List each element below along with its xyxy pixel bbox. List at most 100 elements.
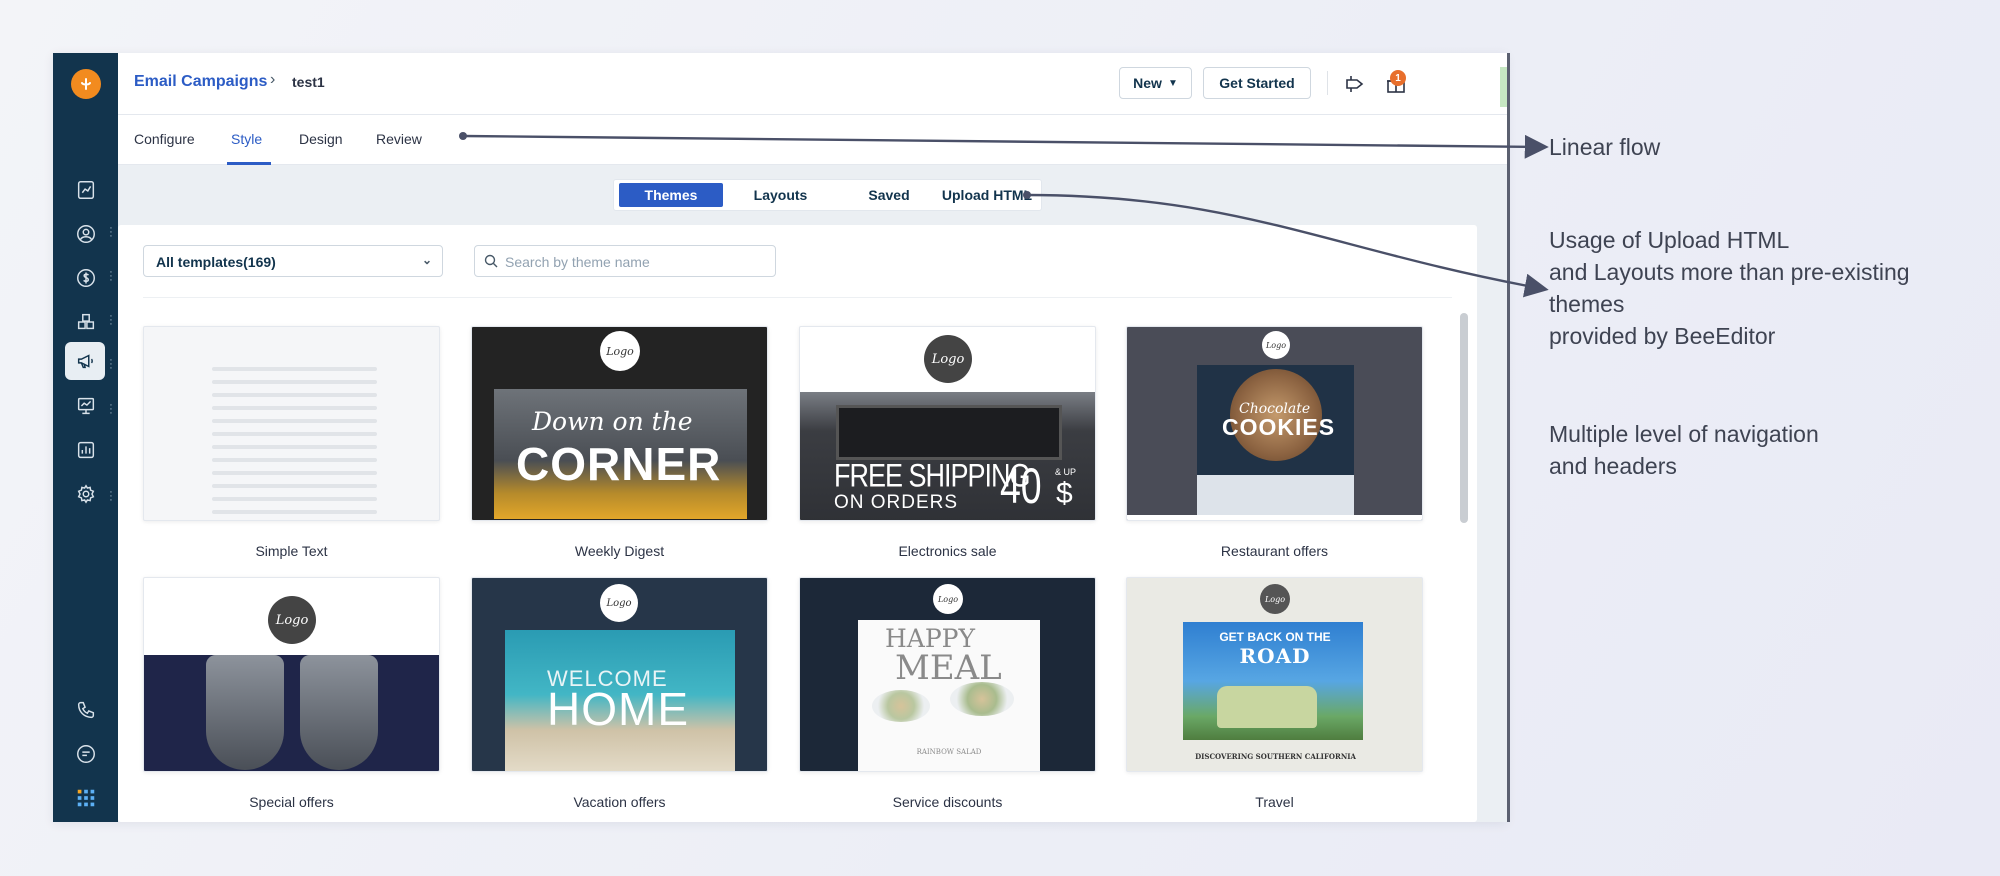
search-icon [484,254,498,268]
bowl-right [950,682,1014,716]
annotation-line: and headers [1549,453,1677,479]
logo-placeholder: Logo [924,335,972,383]
nav-more-icon[interactable]: · · · [109,267,113,286]
template-card-electronics-sale[interactable]: Logo FREE SHIPPING ON ORDERS 40 & UP $ [799,326,1096,521]
annotation-upload-html: Usage of Upload HTML and Layouts more th… [1549,224,1910,352]
search-placeholder: Search by theme name [505,254,650,270]
templates-panel: All templates(169) ⌄ Search by theme nam… [118,225,1477,822]
template-card-simple-text[interactable] [143,326,440,521]
footer-strip [1127,515,1422,520]
template-name: Special offers [249,794,334,810]
template-name: Vacation offers [573,794,666,810]
logo-text: Logo [1265,340,1287,350]
text-block [1197,475,1354,515]
template-card-service-discounts[interactable]: Logo HAPPY MEAL RAINBOW SALAD [799,577,1096,772]
get-started-button[interactable]: Get Started [1203,67,1311,99]
nav-settings-icon[interactable] [73,481,99,507]
promo-line-2: ON ORDERS [834,492,959,513]
hero-line-2: HOME [547,683,689,735]
annotation-linear-flow: Linear flow [1549,134,1661,160]
logo-placeholder: Logo [600,331,640,371]
template-filter-dropdown[interactable]: All templates(169) ⌄ [143,245,443,277]
template-card-travel[interactable]: Logo GET BACK ON THE ROAD DISCOVERING SO… [1126,577,1423,772]
main-content: Themes Layouts Saved Upload HTML All tem… [118,165,1507,822]
right-shoe [300,655,378,770]
annotation-line: Usage of Upload HTML [1549,227,1790,253]
logo-text: Logo [937,594,959,604]
template-card-vacation-offers[interactable]: Logo WELCOME HOME [471,577,768,772]
template-card-restaurant-offers[interactable]: Logo Chocolate COOKIES [1126,326,1423,521]
template-name: Simple Text [255,543,328,559]
left-shoe [206,655,284,770]
chevron-down-icon: ⌄ [421,253,432,267]
nav-campaigns-icon[interactable] [73,348,99,374]
template-name: Travel [1255,794,1294,810]
nav-more-icon[interactable]: · · · [109,487,113,506]
annotation-line: and Layouts more than pre-existing [1549,259,1910,285]
logo-text: Logo [606,597,632,609]
brand-icon [81,78,91,90]
nav-more-icon[interactable]: · · · [109,223,113,242]
template-card-weekly-digest[interactable]: Logo Down on the CORNER [471,326,768,521]
logo-placeholder: Logo [1262,331,1290,359]
phone-icon[interactable] [73,697,99,723]
dropdown-value: All templates(169) [156,254,276,270]
apps-grid-icon[interactable] [73,785,99,811]
nav-sales-sequences-icon[interactable] [73,393,99,419]
template-card-special-offers[interactable]: Logo [143,577,440,772]
annotation-line: themes [1549,291,1625,317]
template-name: Service discounts [892,794,1003,810]
segment-saved[interactable]: Saved [836,183,942,207]
tab-review[interactable]: Review [376,131,422,147]
brand-logo[interactable] [71,69,101,99]
wizard-tabs: Configure Style Design Review [118,115,1507,165]
breadcrumb-current: test1 [292,74,325,90]
logo-placeholder: Logo [268,596,316,644]
tab-style[interactable]: Style [231,131,262,147]
hero-headline: COOKIES [1222,414,1336,440]
nav-contacts-icon[interactable] [73,221,99,247]
logo-text: Logo [931,351,965,367]
segment-themes[interactable]: Themes [619,183,723,207]
template-name: Electronics sale [898,543,997,559]
logo-text: Logo [1264,594,1286,604]
nav-dashboard-icon[interactable] [73,177,99,203]
bowl-left [872,690,930,722]
new-button[interactable]: New ▼ [1119,67,1192,99]
logo-text: Logo [606,344,634,358]
hero-script-text: Down on the [532,407,693,436]
scrollbar[interactable] [1460,313,1468,523]
logo-placeholder: Logo [600,584,638,622]
tab-design[interactable]: Design [299,131,343,147]
product-tour-icon[interactable] [1343,72,1367,96]
camper-van [1217,686,1317,728]
avatar[interactable]: A [1500,67,1507,107]
template-source-switcher: Themes Layouts Saved Upload HTML [613,179,1042,211]
nav-reports-icon[interactable] [73,437,99,463]
breadcrumb-separator-icon: › [270,71,276,88]
promo-number: 40 [999,458,1042,514]
chat-icon[interactable] [73,741,99,767]
nav-deals-icon[interactable] [73,265,99,291]
nav-modules-icon[interactable] [73,309,99,335]
caption: DISCOVERING SOUTHERN CALIFORNIA [1195,752,1356,761]
promo-suffix: & UP [1055,467,1077,477]
hero-line-2: ROAD [1239,644,1311,668]
breadcrumb-email-campaigns[interactable]: Email Campaigns [134,73,267,91]
chevron-down-icon: ▼ [1167,77,1178,89]
nav-more-icon[interactable]: · · · [109,311,113,330]
header-divider [1327,71,1328,95]
new-button-label: New [1133,75,1162,91]
nav-more-icon[interactable]: · · · [109,355,113,374]
panel-divider [143,297,1452,298]
nav-more-icon[interactable]: · · · [109,400,113,419]
hero-line-1: GET BACK ON THE [1219,630,1331,644]
sneakers-image [144,655,439,771]
tab-configure[interactable]: Configure [134,131,195,147]
theme-search-input[interactable]: Search by theme name [474,245,776,277]
segment-upload-html[interactable]: Upload HTML [934,183,1040,207]
segment-layouts[interactable]: Layouts [727,183,834,207]
annotation-line: Multiple level of navigation [1549,421,1819,447]
logo-placeholder: Logo [933,584,963,614]
annotation-line: provided by BeeEditor [1549,323,1776,349]
